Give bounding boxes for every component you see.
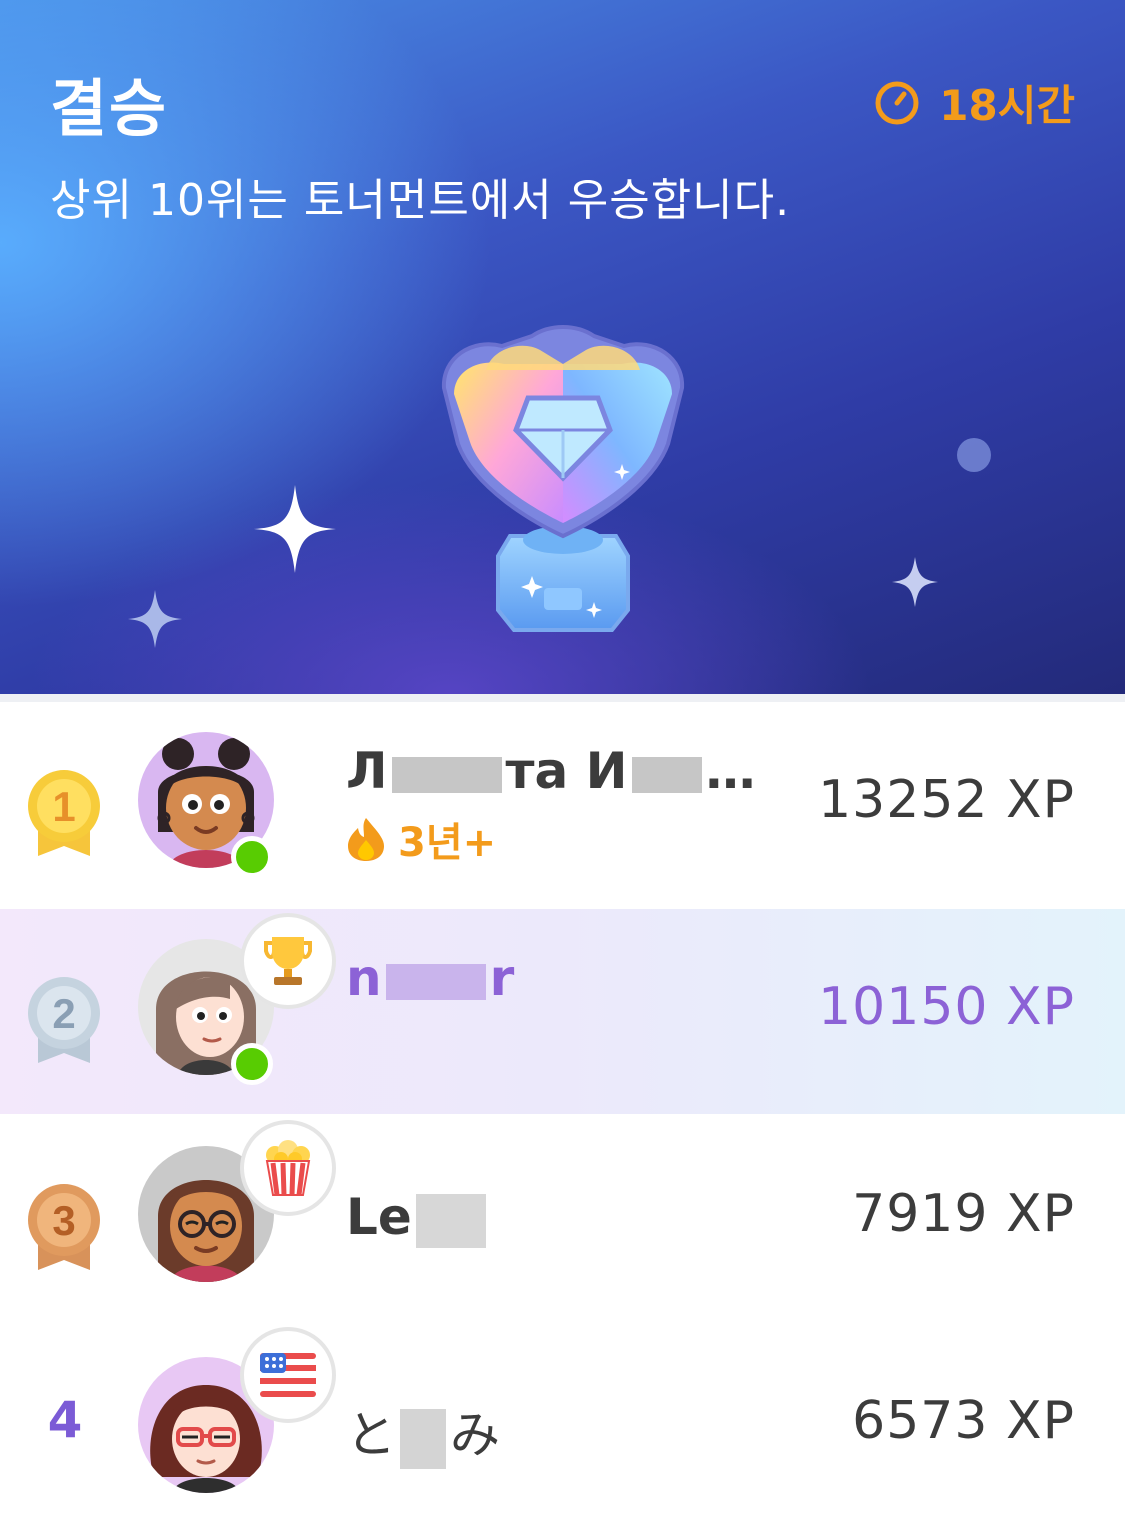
sparkle-icon xyxy=(892,557,938,607)
redacted-text xyxy=(391,756,502,793)
league-description: 상위 10위는 토너먼트에서 우승합니다. xyxy=(50,175,791,226)
trophy-icon xyxy=(264,937,312,985)
leaderboard-row-2[interactable]: 2 nr 10150 XP xyxy=(0,909,1125,1114)
section-divider xyxy=(0,694,1125,702)
page-title: 결승 xyxy=(50,72,169,145)
timer-icon xyxy=(875,81,919,124)
us-flag-icon xyxy=(260,1353,316,1397)
bronze-medal-icon: 3 xyxy=(28,1184,100,1270)
online-indicator xyxy=(231,836,273,878)
decorative-dot xyxy=(957,438,991,472)
user-name[interactable]: Лта И… xyxy=(346,742,756,800)
online-indicator xyxy=(231,1043,273,1085)
xp-score: 6573 XP xyxy=(852,1391,1075,1451)
profile-badge xyxy=(240,1120,336,1216)
user-name[interactable]: Le xyxy=(346,1188,490,1248)
leaderboard-row-4[interactable]: 4 とみ 6573 XP xyxy=(0,1323,1125,1528)
silver-medal-icon: 2 xyxy=(28,977,100,1063)
svg-text:1: 1 xyxy=(52,783,75,830)
diamond-trophy-icon xyxy=(441,325,685,632)
xp-score: 13252 XP xyxy=(818,770,1075,830)
league-header: 결승 18시간 상위 10위는 토너먼트에서 우승합니다. xyxy=(0,0,1125,694)
user-name[interactable]: とみ xyxy=(346,1395,500,1469)
profile-badge xyxy=(240,1327,336,1423)
gold-medal-icon: 1 xyxy=(28,770,100,856)
redacted-text xyxy=(415,1193,486,1248)
sparkle-icon xyxy=(254,485,336,573)
xp-score: 7919 XP xyxy=(852,1184,1075,1244)
rank-number: 4 xyxy=(47,1391,83,1449)
xp-score: 10150 XP xyxy=(818,977,1075,1037)
user-name[interactable]: nr xyxy=(346,949,514,1007)
fire-icon xyxy=(348,818,384,861)
svg-text:3: 3 xyxy=(52,1197,75,1244)
redacted-text xyxy=(400,1408,446,1469)
time-remaining: 18시간 xyxy=(873,72,1075,133)
sparkle-icon xyxy=(128,590,182,648)
popcorn-icon xyxy=(265,1140,311,1196)
timer-label: 18시간 xyxy=(939,81,1075,130)
profile-badge xyxy=(240,913,336,1009)
leaderboard-row-3[interactable]: 3 Le 7919 XP xyxy=(0,1116,1125,1321)
leaderboard-row-1[interactable]: 1 Лта И… 3년+ 13252 XP xyxy=(0,702,1125,907)
redacted-text xyxy=(385,963,486,1000)
streak-badge: 3년+ xyxy=(346,810,496,868)
svg-text:2: 2 xyxy=(52,990,75,1037)
redacted-text xyxy=(631,756,702,793)
